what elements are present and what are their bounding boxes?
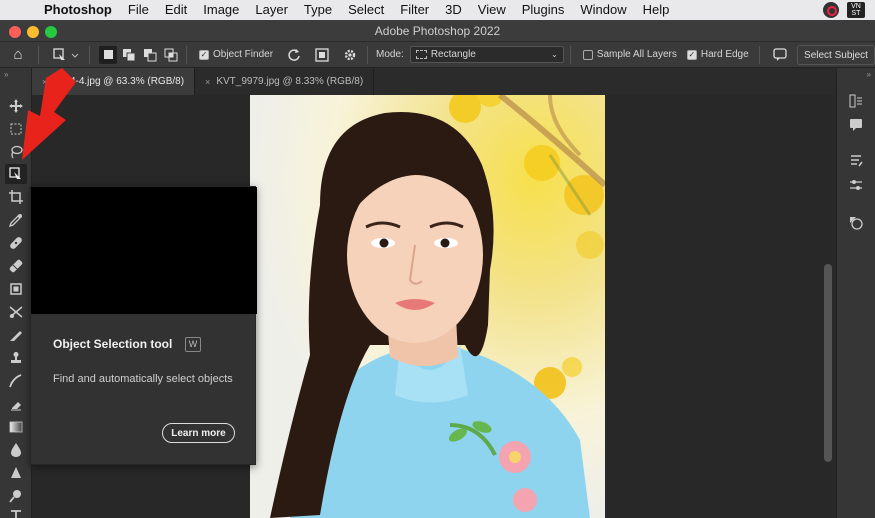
hard-edge-label: Hard Edge	[700, 49, 749, 60]
macos-menu-bar: Photoshop File Edit Image Layer Type Sel…	[0, 0, 875, 20]
separator	[89, 45, 90, 64]
creative-cloud-icon[interactable]	[823, 2, 839, 18]
menu-status-area: VN ST	[823, 2, 865, 18]
type-tool-icon[interactable]	[5, 506, 27, 518]
stamp-tool-icon[interactable]	[5, 348, 27, 368]
intersect-selection-icon	[164, 48, 178, 61]
menu-file[interactable]: File	[120, 0, 157, 20]
refresh-object-finder-button[interactable]	[283, 45, 305, 65]
menu-window[interactable]: Window	[572, 0, 634, 20]
gear-icon	[344, 49, 356, 60]
input-source-icon[interactable]: VN ST	[847, 2, 865, 18]
comments-panel-icon[interactable]	[847, 116, 865, 134]
tab-label: KVT_9979.jpg @ 8.33% (RGB/8)	[216, 76, 364, 87]
sample-all-layers-checkbox[interactable]: Sample All Layers	[582, 49, 677, 60]
healing-brush-tool-icon[interactable]	[5, 233, 27, 253]
mode-dropdown[interactable]: Rectangle ⌄	[409, 46, 564, 63]
object-finder-settings-button[interactable]	[339, 45, 361, 65]
tool-tooltip: Object Selection tool W Find and automat…	[30, 186, 257, 465]
brush-stroke-tool-icon[interactable]	[5, 371, 27, 391]
separator	[38, 45, 39, 64]
sample-all-layers-label: Sample All Layers	[596, 49, 677, 60]
new-selection-icon	[103, 50, 113, 59]
menu-image[interactable]: Image	[195, 0, 247, 20]
home-icon[interactable]: ⌂	[4, 45, 32, 65]
crop-tool-icon[interactable]	[5, 187, 27, 207]
vertical-scrollbar[interactable]	[824, 264, 832, 462]
tool-options-bar: ⌂ ✓ Object Finder Mode: Rectangle ⌄ Samp…	[0, 42, 875, 68]
tool-preset-picker[interactable]	[49, 45, 83, 65]
checkbox-unchecked-icon	[582, 49, 593, 60]
mode-value: Rectangle	[430, 49, 476, 60]
new-selection-button[interactable]	[99, 45, 117, 64]
separator	[758, 45, 760, 64]
object-finder-checkbox[interactable]: ✓ Object Finder	[199, 49, 273, 60]
chevron-down-icon: ⌄	[551, 50, 558, 59]
blur-tool-icon[interactable]	[5, 440, 27, 460]
shapes-panel-icon[interactable]	[847, 214, 865, 232]
separator	[569, 45, 571, 64]
object-selection-preset-icon	[53, 47, 79, 60]
menu-filter[interactable]: Filter	[392, 0, 437, 20]
eyedropper-tool-icon[interactable]	[5, 210, 27, 230]
select-subject-button[interactable]: Select Subject	[797, 45, 875, 65]
rectangle-mode-icon	[415, 50, 427, 59]
document-tab-bar: × 9754-4.jpg @ 63.3% (RGB/8) × KVT_9979.…	[32, 68, 836, 95]
show-objects-icon	[315, 47, 329, 62]
brush-tool-icon[interactable]	[5, 256, 27, 276]
menu-plugins[interactable]: Plugins	[514, 0, 573, 20]
pen-tool-icon[interactable]	[5, 463, 27, 483]
menu-app-photoshop[interactable]: Photoshop	[38, 0, 120, 20]
object-finder-label: Object Finder	[213, 49, 274, 60]
learn-more-button[interactable]: Learn more	[162, 423, 235, 443]
menu-layer[interactable]: Layer	[247, 0, 296, 20]
menu-edit[interactable]: Edit	[157, 0, 195, 20]
menu-view[interactable]: View	[470, 0, 514, 20]
portrait-photo[interactable]	[250, 95, 605, 518]
history-panel-icon[interactable]	[847, 92, 865, 110]
object-selection-tool-icon[interactable]	[5, 164, 27, 184]
tooltip-shortcut-key: W	[185, 337, 201, 352]
red-arrow-annotation	[22, 68, 76, 160]
menu-3d[interactable]: 3D	[437, 0, 470, 20]
tooltip-title: Object Selection tool	[53, 337, 173, 351]
tab-document-2[interactable]: × KVT_9979.jpg @ 8.33% (RGB/8)	[195, 68, 375, 95]
subtract-selection-icon	[144, 48, 157, 61]
add-selection-icon	[123, 48, 136, 61]
checkbox-checked-icon: ✓	[199, 49, 209, 60]
window-title-bar: Adobe Photoshop 2022	[0, 20, 875, 42]
select-subject-options-button[interactable]	[770, 45, 790, 65]
collapse-panel-icon[interactable]: »	[867, 70, 871, 79]
speech-bubble-icon	[773, 47, 787, 61]
subtract-from-selection-button[interactable]	[141, 46, 159, 64]
window-title: Adobe Photoshop 2022	[374, 24, 501, 38]
show-all-objects-button[interactable]	[311, 45, 333, 65]
hard-edge-checkbox[interactable]: ✓ Hard Edge	[686, 49, 749, 60]
portrait-image	[270, 95, 605, 518]
right-panel-dock: »	[836, 68, 875, 518]
history-brush-tool-icon[interactable]	[5, 302, 27, 322]
mode-label: Mode:	[376, 49, 404, 60]
brush-settings-panel-icon[interactable]	[847, 152, 865, 170]
menu-help[interactable]: Help	[635, 0, 678, 20]
separator	[186, 45, 187, 64]
dodge-tool-icon[interactable]	[5, 486, 27, 506]
separator	[367, 45, 369, 64]
clone-stamp-tool-icon[interactable]	[5, 279, 27, 299]
menu-type[interactable]: Type	[296, 0, 340, 20]
checkbox-checked-icon: ✓	[686, 49, 697, 60]
eraser-alt-tool-icon[interactable]	[5, 394, 27, 414]
adjustments-panel-icon[interactable]	[847, 176, 865, 194]
close-tab-icon[interactable]: ×	[205, 77, 210, 87]
tooltip-video-preview	[31, 187, 257, 314]
gradient-tool-icon[interactable]	[5, 417, 27, 437]
eraser-tool-icon[interactable]	[5, 325, 27, 345]
intersect-selection-button[interactable]	[162, 46, 180, 64]
add-to-selection-button[interactable]	[120, 46, 138, 64]
tooltip-description: Find and automatically select objects	[53, 373, 233, 385]
refresh-icon	[288, 48, 300, 61]
menu-select[interactable]: Select	[340, 0, 392, 20]
